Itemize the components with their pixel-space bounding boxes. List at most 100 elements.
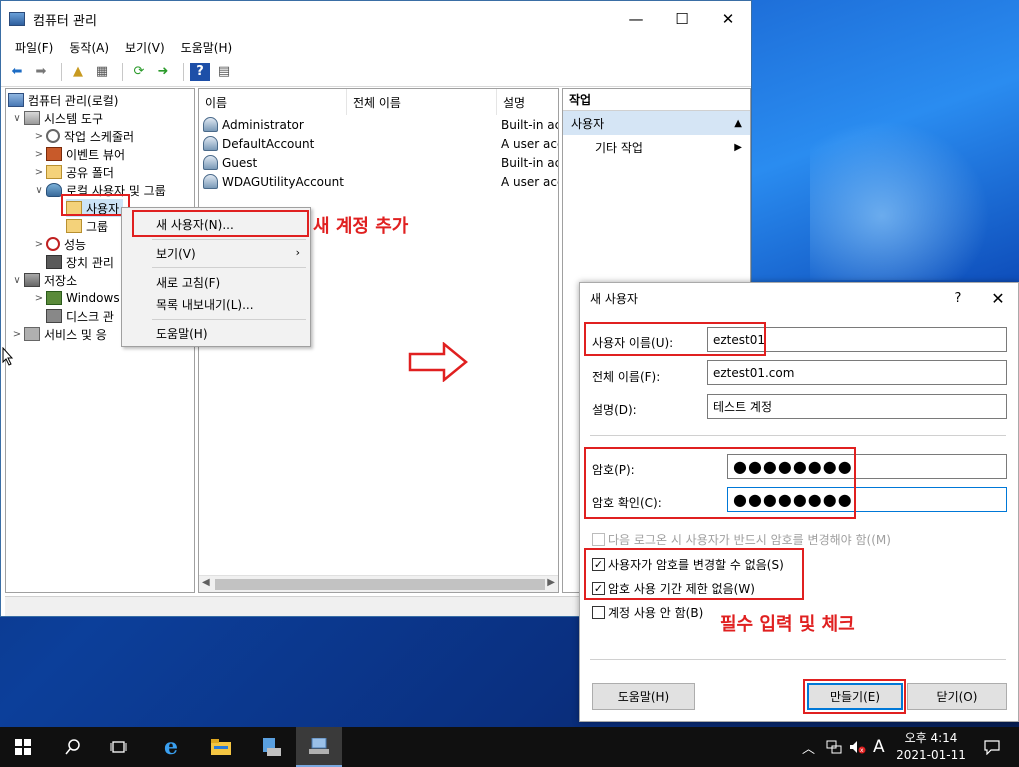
notification-center-icon[interactable]: [984, 727, 1000, 767]
user-icon: [203, 136, 218, 151]
column-header-name[interactable]: 이름: [199, 89, 347, 115]
scroll-right-icon[interactable]: ▶: [547, 577, 555, 588]
expand-icon[interactable]: >: [32, 149, 46, 160]
help-button[interactable]: 도움말(H): [592, 683, 695, 710]
svg-text:x: x: [860, 747, 864, 754]
fullname-field[interactable]: eztest01.com: [707, 360, 1007, 385]
tree-item-performance[interactable]: > 성능: [32, 235, 86, 253]
menu-file[interactable]: 파일(F): [7, 39, 61, 56]
taskbar-clock[interactable]: 오후 4:14 2021-01-11: [896, 730, 966, 764]
checkmark-icon: ✓: [592, 558, 605, 571]
menu-view[interactable]: 보기(V): [117, 39, 173, 56]
cannot-change-password-checkbox[interactable]: ✓ 사용자가 암호를 변경할 수 없음(S): [592, 556, 784, 573]
expand-icon[interactable]: >: [32, 293, 46, 304]
tree-item-task-scheduler[interactable]: > 작업 스케줄러: [32, 127, 134, 145]
tree-item-users[interactable]: 사용자: [66, 199, 124, 217]
forward-icon[interactable]: ➡: [31, 63, 51, 81]
actions-users-section[interactable]: 사용자 ▲: [563, 111, 750, 135]
maximize-button[interactable]: ☐: [659, 4, 705, 34]
menu-help[interactable]: 도움말(H): [173, 39, 241, 56]
menu-action[interactable]: 동작(A): [61, 39, 117, 56]
tree-item-storage[interactable]: ∨ 저장소: [10, 271, 77, 289]
file-explorer-icon[interactable]: [198, 727, 244, 767]
task-view-icon[interactable]: [96, 727, 142, 767]
dialog-title-bar[interactable]: 새 사용자 ? ✕: [580, 283, 1018, 313]
column-header-description[interactable]: 설명: [497, 89, 558, 115]
username-field[interactable]: eztest01: [707, 327, 1007, 352]
computer-management-taskbar-icon[interactable]: [296, 727, 342, 767]
event-viewer-icon: [46, 147, 62, 161]
tree-item-groups[interactable]: 그룹: [66, 217, 108, 235]
actions-more-actions[interactable]: 기타 작업 ▶: [563, 135, 750, 159]
checkmark-icon: ✓: [592, 582, 605, 595]
dialog-close-icon[interactable]: ✕: [978, 289, 1018, 308]
table-row[interactable]: DefaultAccount A user acc: [203, 134, 558, 153]
tree-item-device-manager[interactable]: 장치 관리: [46, 253, 114, 271]
help-question-icon[interactable]: ?: [938, 291, 978, 306]
menu-bar: 파일(F) 동작(A) 보기(V) 도움말(H): [1, 37, 751, 57]
start-button[interactable]: [0, 727, 46, 767]
server-manager-icon[interactable]: [248, 727, 294, 767]
tree-item-computer-management[interactable]: 컴퓨터 관리(로컬): [8, 91, 118, 109]
input-method-indicator[interactable]: A: [873, 727, 885, 767]
up-folder-icon[interactable]: ▲: [68, 63, 88, 81]
tree-item-services-applications[interactable]: > 서비스 및 응: [10, 325, 107, 343]
minimize-button[interactable]: —: [613, 4, 659, 34]
refresh-icon[interactable]: ⟳: [129, 63, 149, 81]
expand-icon[interactable]: >: [32, 239, 46, 250]
collapse-icon[interactable]: ∨: [10, 275, 24, 286]
title-bar[interactable]: 컴퓨터 관리 — ☐ ✕: [1, 1, 751, 37]
expand-icon[interactable]: >: [32, 131, 46, 142]
scroll-left-icon[interactable]: ◀: [202, 577, 210, 588]
search-icon[interactable]: [50, 727, 96, 767]
tree-item-event-viewer[interactable]: > 이벤트 뷰어: [32, 145, 125, 163]
menu-item-help[interactable]: 도움말(H): [156, 322, 208, 344]
close-dialog-button[interactable]: 닫기(O): [907, 683, 1007, 710]
export-list-icon[interactable]: ➜: [153, 63, 173, 81]
scrollbar-thumb[interactable]: [215, 579, 545, 590]
performance-icon: [46, 237, 60, 251]
menu-item-view[interactable]: 보기(V): [156, 242, 306, 264]
back-icon[interactable]: ⬅: [7, 63, 27, 81]
network-icon[interactable]: [826, 727, 842, 767]
menu-item-export-list[interactable]: 목록 내보내기(L)...: [156, 293, 254, 315]
column-header-fullname[interactable]: 전체 이름: [347, 89, 497, 115]
menu-item-new-user[interactable]: 새 사용자(N)...: [156, 213, 234, 235]
computer-management-icon: [9, 12, 25, 26]
volume-muted-icon[interactable]: x: [849, 727, 867, 767]
tree-item-disk-management[interactable]: 디스크 관: [46, 307, 114, 325]
menu-item-refresh[interactable]: 새로 고침(F): [156, 271, 220, 293]
confirm-password-field[interactable]: ●●●●●●●●: [727, 487, 1007, 512]
collapse-triangle-icon[interactable]: ▲: [734, 118, 742, 129]
create-button[interactable]: 만들기(E): [807, 683, 903, 710]
divider: [590, 435, 1006, 436]
password-never-expires-checkbox[interactable]: ✓ 암호 사용 기간 제한 없음(W): [592, 580, 755, 597]
help-icon[interactable]: ?: [190, 62, 210, 81]
tree-item-windows-backup[interactable]: > Windows: [32, 289, 120, 307]
shared-folder-icon: [46, 165, 62, 179]
desktop-wallpaper: [750, 0, 1019, 290]
collapse-icon[interactable]: ∨: [32, 185, 46, 196]
local-users-groups-icon: [46, 183, 62, 197]
account-disabled-checkbox[interactable]: 계정 사용 안 함(B): [592, 604, 703, 621]
action-pane-icon[interactable]: ▤: [214, 63, 234, 81]
horizontal-scrollbar[interactable]: ◀ ▶: [199, 575, 558, 592]
collapse-icon[interactable]: ∨: [10, 113, 24, 124]
expand-icon[interactable]: >: [10, 329, 24, 340]
checkbox-box: [592, 533, 605, 546]
tree-item-system-tools[interactable]: ∨ 시스템 도구: [10, 109, 103, 127]
show-hidden-icons-icon[interactable]: ︿: [802, 727, 815, 767]
must-change-password-checkbox[interactable]: 다음 로그온 시 사용자가 반드시 암호를 변경해야 함((M): [592, 531, 891, 548]
tree-item-shared-folders[interactable]: > 공유 폴더: [32, 163, 114, 181]
description-field[interactable]: 테스트 계정: [707, 394, 1007, 419]
table-row[interactable]: Guest Built-in ac: [203, 153, 558, 172]
username-label: 사용자 이름(U):: [592, 336, 674, 350]
expand-icon[interactable]: >: [32, 167, 46, 178]
close-button[interactable]: ✕: [705, 4, 751, 34]
password-field[interactable]: ●●●●●●●●: [727, 454, 1007, 479]
table-row[interactable]: WDAGUtilityAccount A user acc: [203, 172, 558, 191]
tree-item-local-users-groups[interactable]: ∨ 로컬 사용자 및 그룹: [32, 181, 166, 199]
show-hide-tree-icon[interactable]: ▦: [92, 63, 112, 81]
table-row[interactable]: Administrator Built-in ac: [203, 115, 558, 134]
internet-explorer-icon[interactable]: e: [148, 727, 194, 767]
